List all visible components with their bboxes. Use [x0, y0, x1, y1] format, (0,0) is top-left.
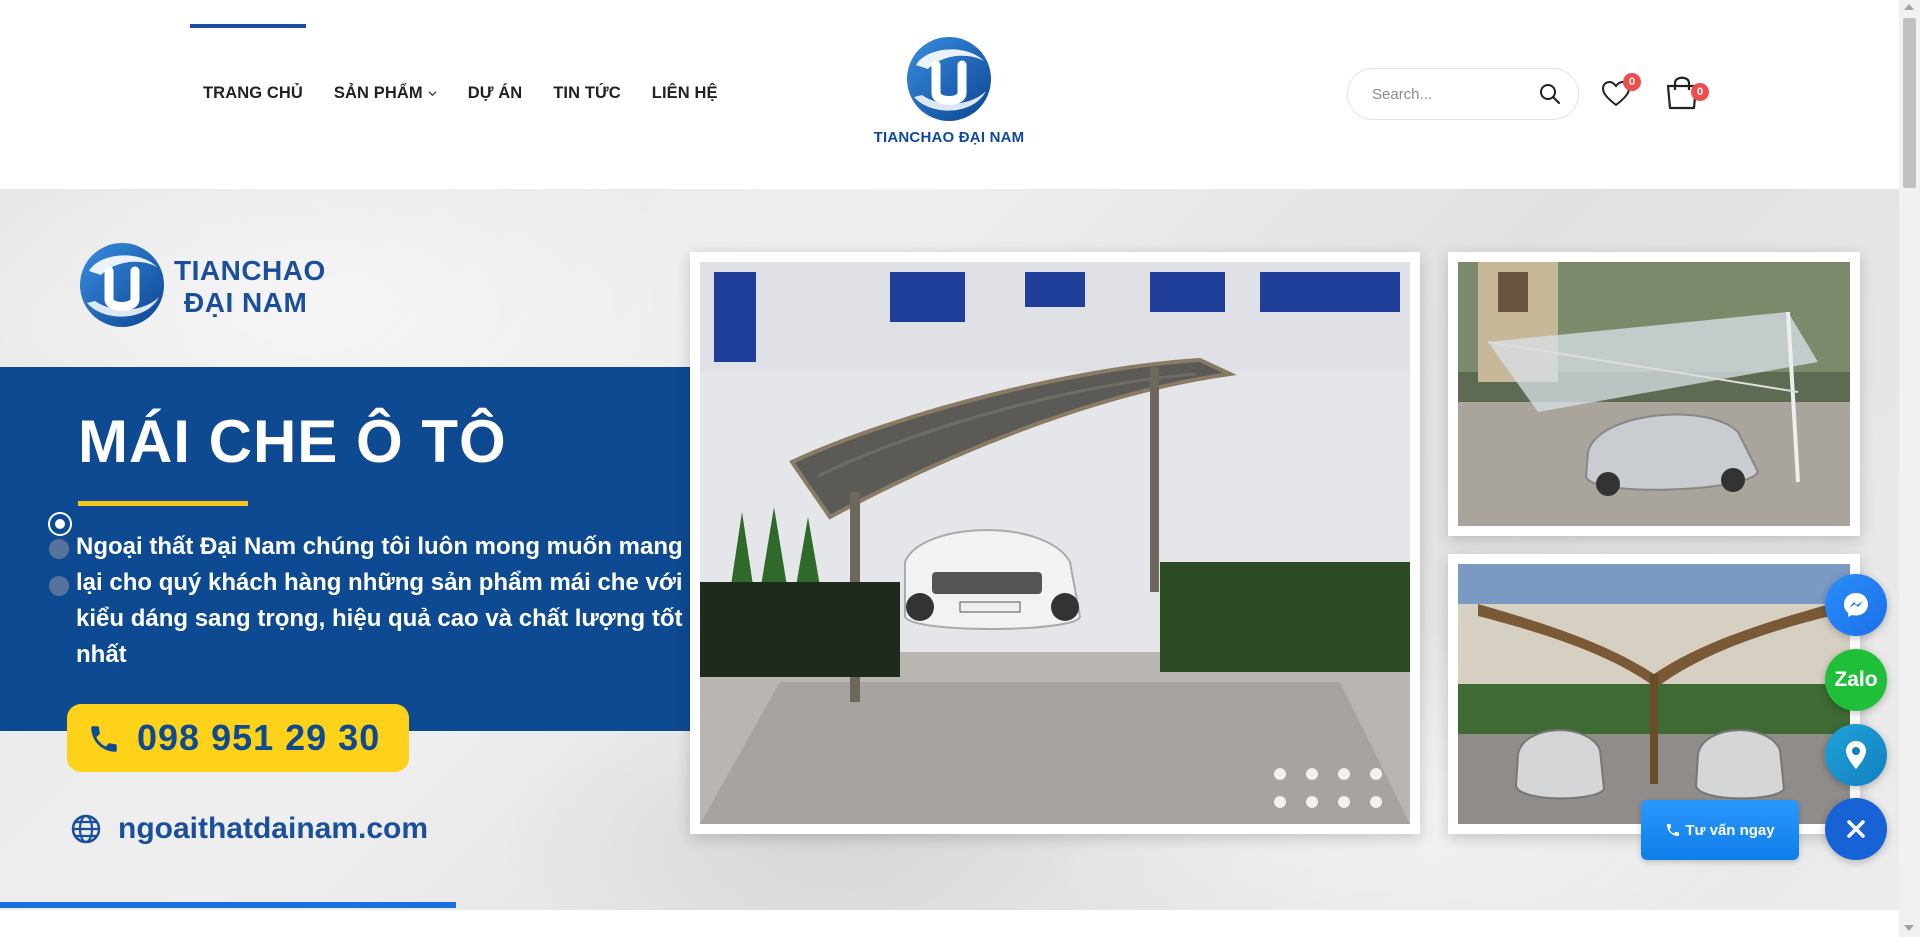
gallery-dot[interactable] [1338, 768, 1350, 780]
hero-logo-mark-icon [80, 243, 164, 327]
search-box [1347, 68, 1579, 120]
hero-brand: TIANCHAO ĐẠI NAM [78, 241, 338, 331]
carport-photo-top-right [1448, 252, 1860, 536]
scroll-down-arrow-icon[interactable] [1904, 925, 1914, 931]
nav-products-label: SẢN PHẨM [333, 83, 423, 102]
hotline-number: 098 951 29 30 [137, 717, 381, 758]
map-pin-icon [1846, 741, 1866, 769]
phone-icon [1667, 824, 1680, 836]
zalo-label: Zalo [1834, 668, 1878, 691]
carport-scene-image [700, 262, 1410, 824]
nav-projects[interactable]: DỰ ÁN [468, 84, 523, 103]
cart-count-badge: 0 [1691, 83, 1709, 101]
search-icon[interactable] [1538, 82, 1562, 106]
consult-now-label: Tư vấn ngay [1685, 821, 1775, 839]
search-input[interactable] [1372, 83, 1532, 105]
scroll-up-arrow-icon[interactable] [1904, 4, 1914, 10]
carport-main-photo [690, 252, 1420, 834]
hero-description: Ngoại thất Đại Nam chúng tôi luôn mong m… [76, 533, 683, 668]
tensile-carport-image [1458, 262, 1850, 526]
slide-progress-bar [0, 902, 456, 908]
site-logo[interactable]: TIANCHAO ĐẠI NAM [866, 35, 1032, 153]
map-button[interactable] [1825, 724, 1887, 786]
hero-brand-line2: ĐẠI NAM [184, 287, 308, 318]
double-carport-image [1458, 564, 1850, 824]
nav-contact[interactable]: LIÊN HỆ [652, 84, 718, 103]
phone-icon [91, 726, 117, 752]
title-underline [78, 501, 248, 506]
page: TRANG CHỦ SẢN PHẨM DỰ ÁN TIN TỨC LIÊN HỆ [0, 0, 1920, 937]
gallery-dot[interactable] [1306, 796, 1318, 808]
nav-products[interactable]: SẢN PHẨM [334, 84, 437, 103]
scroll-thumb[interactable] [1903, 18, 1916, 188]
chevron-down-icon [428, 90, 437, 96]
slider-dot[interactable] [49, 539, 69, 559]
hero-title: MÁI CHE Ô TÔ [78, 408, 507, 475]
website-url: ngoaithatdainam.com [118, 812, 429, 845]
slider-dot-active[interactable] [48, 512, 72, 536]
messenger-button[interactable] [1825, 574, 1887, 636]
globe-icon [71, 814, 101, 844]
site-header: TRANG CHỦ SẢN PHẨM DỰ ÁN TIN TỨC LIÊN HỆ [0, 0, 1899, 189]
carport-photo-bottom-right [1448, 554, 1860, 834]
hero-slider[interactable]: TIANCHAO ĐẠI NAM MÁI CHE Ô TÔ Ngoại thất… [0, 189, 1899, 910]
gallery-dot[interactable] [1274, 768, 1286, 780]
gallery-dot[interactable] [1274, 796, 1286, 808]
close-contact-button[interactable] [1825, 798, 1887, 860]
zalo-button[interactable]: Zalo [1825, 649, 1887, 711]
logo-text: TIANCHAO ĐẠI NAM [873, 129, 1025, 146]
main-nav: TRANG CHỦ SẢN PHẨM DỰ ÁN TIN TỨC LIÊN HỆ [190, 80, 749, 106]
slider-dot[interactable] [49, 576, 69, 596]
close-icon [1847, 820, 1865, 838]
consult-now-button[interactable]: Tư vấn ngay [1641, 800, 1799, 860]
vertical-scrollbar[interactable] [1899, 0, 1920, 937]
active-nav-indicator [190, 24, 306, 28]
logo-mark-icon [907, 37, 991, 121]
gallery-dot[interactable] [1338, 796, 1350, 808]
messenger-icon [1844, 593, 1868, 617]
gallery-dot[interactable] [1370, 768, 1382, 780]
wishlist-count-badge: 0 [1623, 73, 1641, 91]
hotline-pill[interactable]: 098 951 29 30 [67, 704, 409, 772]
hero-brand-line1: TIANCHAO [174, 255, 326, 286]
nav-home[interactable]: TRANG CHỦ [203, 84, 303, 103]
gallery-dot[interactable] [1306, 768, 1318, 780]
gallery-dot[interactable] [1370, 796, 1382, 808]
website-row: ngoaithatdainam.com [70, 809, 428, 849]
nav-news[interactable]: TIN TỨC [553, 84, 621, 103]
